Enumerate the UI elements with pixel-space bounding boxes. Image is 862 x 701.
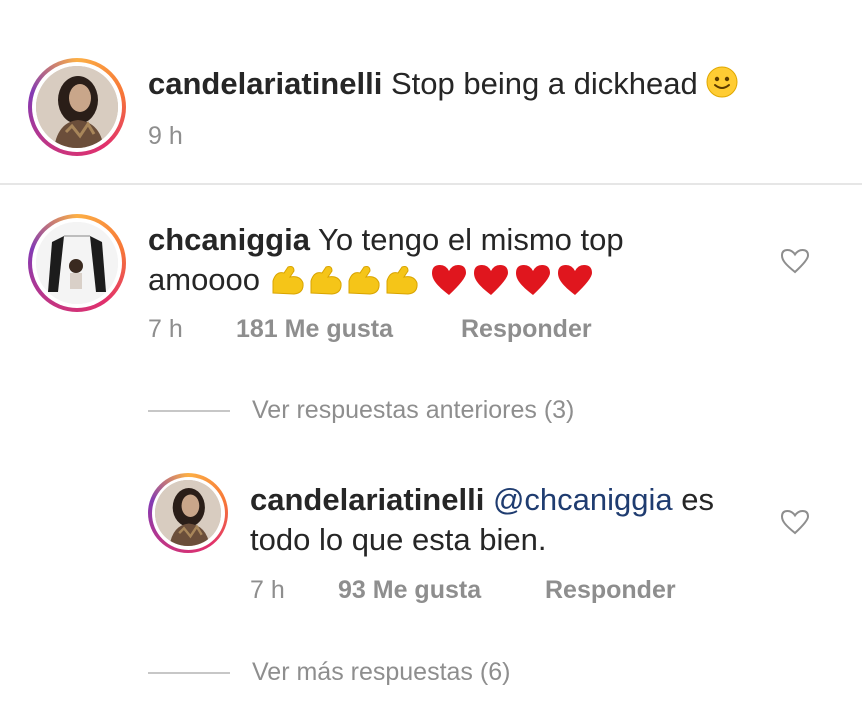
comment-text-block: chcaniggia Yo tengo el mismo top amoooo [148,220,624,300]
replies-divider-line [148,671,230,674]
view-more-replies-label[interactable]: Ver más respuestas (6) [252,658,510,687]
caption-section: candelariatinelli Stop being a dickhead … [0,0,862,183]
avatar-photo [36,222,118,304]
reply-text-block: candelariatinelli @chcaniggia es todo lo… [250,480,714,560]
reply-text-line1-end: es [681,482,715,517]
view-previous-replies-label[interactable]: Ver respuestas anteriores (3) [252,396,574,425]
comment-text-line1: Yo tengo el mismo top [318,222,624,257]
reply-likes[interactable]: 93 Me gusta [338,576,545,605]
avatar-photo [155,480,221,546]
reply-username[interactable]: candelariatinelli [250,482,484,517]
caption-comment: candelariatinelli Stop being a dickhead [148,64,738,104]
like-heart-icon[interactable] [780,508,810,536]
divider [0,183,862,185]
caption-username[interactable]: candelariatinelli [148,66,382,101]
comment-avatar[interactable] [28,214,126,312]
comment-username[interactable]: chcaniggia [148,222,310,257]
reply-mention[interactable]: @chcaniggia [493,482,673,517]
avatar-photo [36,66,118,148]
reply-meta: 7 h 93 Me gusta Responder [250,576,676,605]
comment-meta: 7 h 181 Me gusta Responder [148,315,592,344]
reply-text-line2: todo lo que esta bien. [250,522,547,557]
caption-time[interactable]: 9 h [148,122,183,151]
view-more-replies[interactable]: Ver más respuestas (6) [148,658,510,687]
reply-button[interactable]: Responder [545,576,676,605]
caption-meta: 9 h [148,122,183,151]
caption-text: Stop being a dickhead [390,66,698,101]
view-previous-replies[interactable]: Ver respuestas anteriores (3) [148,396,574,425]
comment-likes[interactable]: 181 Me gusta [236,315,461,344]
red-heart-emoji [430,263,594,297]
replies-divider-line [148,409,230,412]
slightly-smiling-face-emoji [706,66,738,101]
flexed-biceps-emoji [270,263,420,297]
comment-time[interactable]: 7 h [148,315,236,344]
reply-button[interactable]: Responder [461,315,592,344]
caption-avatar[interactable] [28,58,126,156]
comment-text-line2: amoooo [148,262,261,297]
reply-time[interactable]: 7 h [250,576,338,605]
reply-avatar[interactable] [148,473,228,553]
like-heart-icon[interactable] [780,247,810,275]
